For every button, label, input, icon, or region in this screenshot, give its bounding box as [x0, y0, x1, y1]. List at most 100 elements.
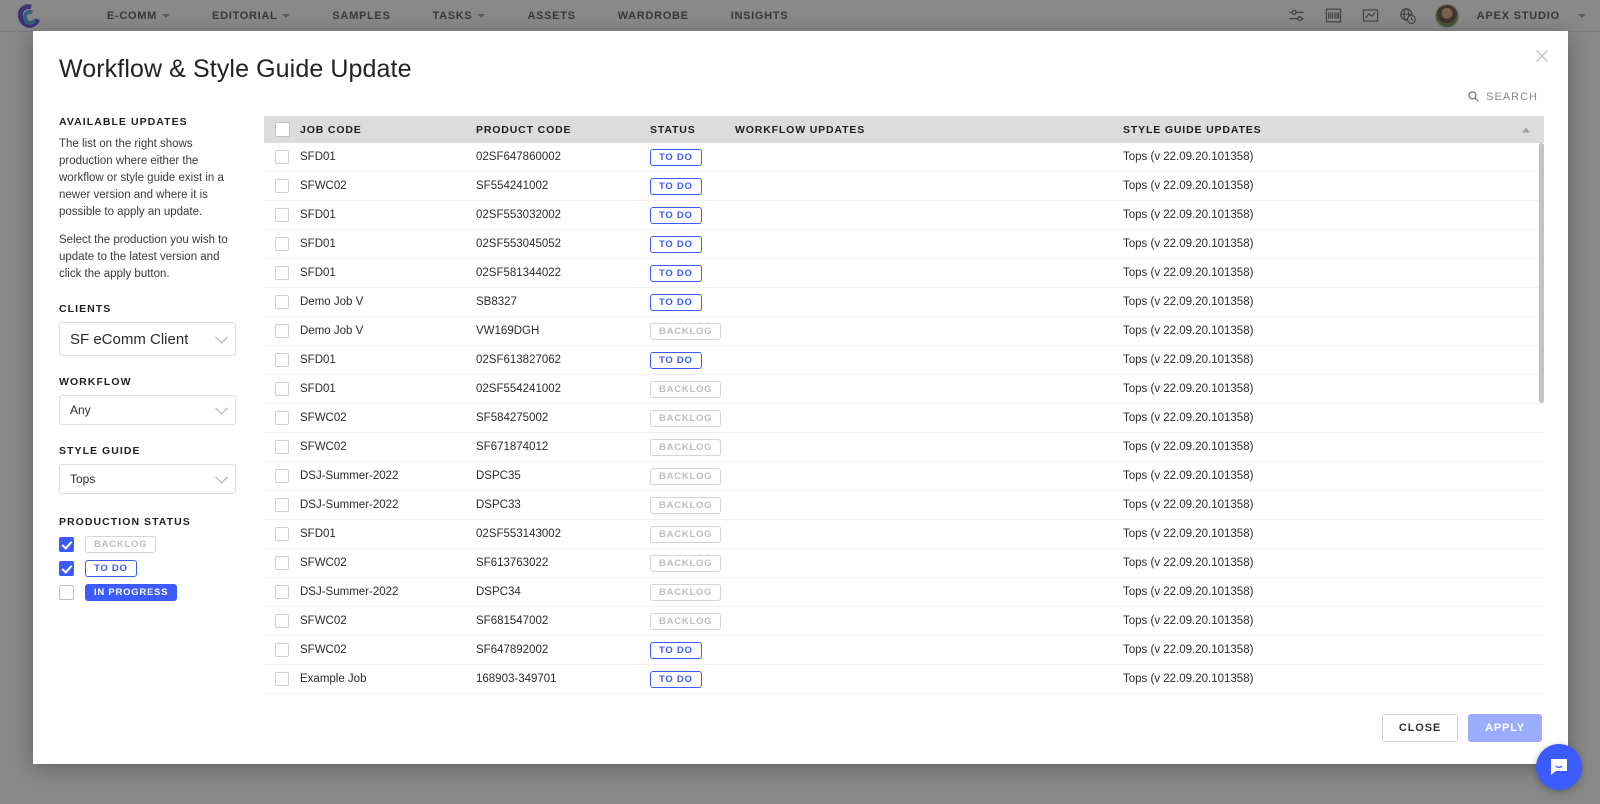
row-select-cell[interactable] [264, 382, 300, 396]
table-row[interactable]: SFD01 02SF554241002 BACKLOG Tops (v 22.09.2… [264, 375, 1544, 404]
table-row[interactable]: DSJ-Summer-2022 DSPC33 BACKLOG Tops (v 22.0… [264, 491, 1544, 520]
close-button[interactable]: CLOSE [1381, 714, 1459, 742]
chat-bubble-icon[interactable] [1536, 744, 1582, 790]
row-select-cell[interactable] [264, 208, 300, 222]
table-scrollbar[interactable] [1539, 143, 1544, 694]
cell-job-code: DSJ-Summer-2022 [300, 470, 399, 482]
row-checkbox[interactable] [275, 556, 289, 570]
cell-product-code: 168903-349701 [476, 673, 557, 685]
row-select-cell[interactable] [264, 643, 300, 657]
row-checkbox[interactable] [275, 382, 289, 396]
search-button[interactable]: SEARCH [1467, 90, 1538, 103]
table-header-row: JOB CODE PRODUCT CODE STATUS WORKFLOW UP… [264, 116, 1544, 143]
row-select-cell[interactable] [264, 585, 300, 599]
table-row[interactable]: SFWC02 SF681547002 BACKLOG Tops (v 22.09.20… [264, 607, 1544, 636]
row-checkbox[interactable] [275, 672, 289, 686]
close-icon[interactable] [1531, 45, 1553, 67]
row-select-cell[interactable] [264, 150, 300, 164]
row-checkbox[interactable] [275, 266, 289, 280]
column-header-style-guide-updates[interactable]: STYLE GUIDE UPDATES [1123, 124, 1544, 136]
row-select-cell[interactable] [264, 498, 300, 512]
table-row[interactable]: SFD01 02SF553045052 TO DO Tops (v 22.09.20.… [264, 230, 1544, 259]
row-select-cell[interactable] [264, 614, 300, 628]
table-row[interactable]: SFWC02 SF671874012 BACKLOG Tops (v 22.09.20… [264, 433, 1544, 462]
row-select-cell[interactable] [264, 440, 300, 454]
table-row[interactable]: SFD01 02SF553032002 TO DO Tops (v 22.09.20.… [264, 201, 1544, 230]
table-row[interactable]: DSJ-Summer-2022 DSPC34 BACKLOG Tops (v 22.0… [264, 578, 1544, 607]
table-row[interactable]: SFWC02 SF647892002 TO DO Tops (v 22.09.20.1… [264, 636, 1544, 665]
select-all-checkbox[interactable] [274, 122, 290, 137]
row-checkbox[interactable] [275, 527, 289, 541]
table-row[interactable]: SFWC02 SF613763022 BACKLOG Tops (v 22.09.20… [264, 549, 1544, 578]
row-checkbox[interactable] [275, 585, 289, 599]
row-checkbox[interactable] [275, 614, 289, 628]
table-row[interactable]: Demo Job V SB8327 TO DO Tops (v 22.09.20.10… [264, 288, 1544, 317]
cell-product-code: 02SF554241002 [476, 383, 562, 395]
row-checkbox[interactable] [275, 469, 289, 483]
row-select-cell[interactable] [264, 324, 300, 338]
row-checkbox[interactable] [275, 643, 289, 657]
clients-select[interactable]: SF eComm Client [59, 322, 236, 357]
status-badge: BACKLOG [650, 525, 722, 543]
workflow-filter-group: WORKFLOW Any [59, 376, 259, 426]
row-select-cell[interactable] [264, 179, 300, 193]
cell-style-guide-update: Tops (v 22.09.20.101358) [1123, 151, 1254, 163]
table-row[interactable]: DSJ-Summer-2022 DSPC35 BACKLOG Tops (v 22.0… [264, 462, 1544, 491]
row-checkbox[interactable] [275, 353, 289, 367]
row-checkbox[interactable] [275, 237, 289, 251]
status-badge: BACKLOG [650, 467, 722, 485]
table-row[interactable]: SFWC02 SF584275002 BACKLOG Tops (v 22.09.20… [264, 404, 1544, 433]
row-checkbox[interactable] [275, 440, 289, 454]
select-all-cell[interactable] [264, 122, 300, 137]
status-filter-backlog[interactable]: BACKLOG [59, 536, 259, 554]
cell-style-guide-update: Tops (v 22.09.20.101358) [1123, 441, 1254, 453]
column-header-workflow-updates[interactable]: WORKFLOW UPDATES [735, 124, 1123, 136]
table-row[interactable]: Demo Job V VW169DGH BACKLOG Tops (v 22.09.2… [264, 317, 1544, 346]
table-scrollbar-thumb[interactable] [1539, 143, 1544, 403]
status-badge: BACKLOG [650, 612, 722, 630]
checkbox[interactable] [59, 561, 74, 577]
row-checkbox[interactable] [275, 324, 289, 338]
row-checkbox[interactable] [275, 295, 289, 309]
table-row[interactable]: SFD01 02SF613827062 TO DO Tops (v 22.09.20.… [264, 346, 1544, 375]
status-badge: TO DO [650, 351, 702, 369]
table-row[interactable]: SFWC02 SF554241002 TO DO Tops (v 22.09.20.1… [264, 172, 1544, 201]
status-badge: TO DO [650, 670, 702, 688]
row-checkbox[interactable] [275, 179, 289, 193]
style-guide-select[interactable]: Tops [59, 464, 236, 495]
status-filter-to-do[interactable]: TO DO [59, 560, 259, 578]
row-checkbox[interactable] [275, 208, 289, 222]
table-row[interactable]: SFD01 02SF647860002 TO DO Tops (v 22.09.20.… [264, 143, 1544, 172]
row-select-cell[interactable] [264, 353, 300, 367]
status-badge: BACKLOG [650, 380, 722, 398]
checkbox[interactable] [59, 585, 74, 601]
cell-style-guide-update: Tops (v 22.09.20.101358) [1123, 354, 1254, 366]
checkbox[interactable] [59, 537, 74, 553]
cell-status: BACKLOG [650, 322, 735, 340]
row-checkbox[interactable] [275, 411, 289, 425]
status-filter-in-progress[interactable]: IN PROGRESS [59, 584, 259, 602]
style-guide-label: STYLE GUIDE [59, 445, 141, 458]
status-badge: TO DO [650, 264, 702, 282]
row-select-cell[interactable] [264, 672, 300, 686]
row-select-cell[interactable] [264, 411, 300, 425]
table-row[interactable]: SFD01 02SF581344022 TO DO Tops (v 22.09.20.… [264, 259, 1544, 288]
workflow-select[interactable]: Any [59, 395, 236, 426]
row-select-cell[interactable] [264, 556, 300, 570]
column-header-product-code[interactable]: PRODUCT CODE [476, 124, 650, 136]
cell-product-code: 02SF581344022 [476, 267, 562, 279]
row-select-cell[interactable] [264, 295, 300, 309]
row-select-cell[interactable] [264, 237, 300, 251]
row-select-cell[interactable] [264, 469, 300, 483]
row-checkbox[interactable] [275, 498, 289, 512]
table-row[interactable]: Example Job 168903-349701 TO DO Tops (v 22.… [264, 665, 1544, 694]
table-row[interactable]: SFD01 02SF553143002 BACKLOG Tops (v 22.09.2… [264, 520, 1544, 549]
cell-style-guide-update: Tops (v 22.09.20.101358) [1123, 325, 1254, 337]
row-select-cell[interactable] [264, 527, 300, 541]
column-header-status[interactable]: STATUS [650, 124, 735, 136]
row-select-cell[interactable] [264, 266, 300, 280]
row-checkbox[interactable] [275, 150, 289, 164]
status-badge: TO DO [650, 148, 702, 166]
column-header-job-code[interactable]: JOB CODE [300, 124, 476, 136]
cell-style-guide-update: Tops (v 22.09.20.101358) [1123, 383, 1254, 395]
